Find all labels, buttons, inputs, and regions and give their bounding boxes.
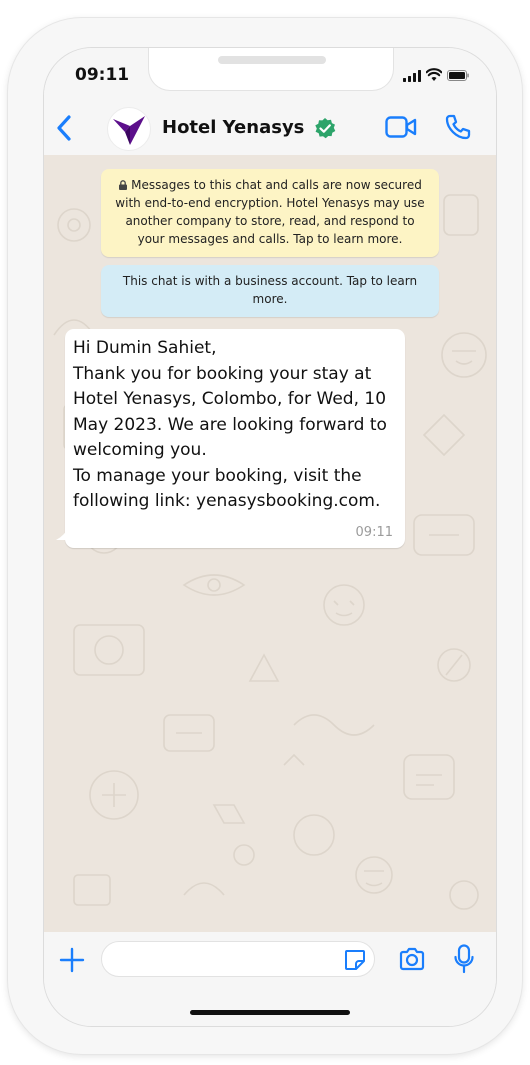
battery-icon: [447, 70, 469, 81]
video-call-icon[interactable]: [385, 116, 417, 138]
encryption-notice-text: Messages to this chat and calls are now …: [115, 178, 425, 246]
lock-icon: [119, 180, 128, 190]
business-account-notice[interactable]: This chat is with a business account. Ta…: [101, 265, 439, 317]
bubble-tail: [56, 526, 70, 540]
message-timestamp: 09:11: [355, 525, 393, 540]
phone-screen: 09:11 Hotel Yenasys Messages to this cha…: [44, 48, 496, 1026]
message-line: To manage your booking, visit the follow…: [73, 465, 381, 512]
camera-icon[interactable]: [398, 947, 426, 971]
wifi-icon: [426, 68, 442, 81]
business-notice-text: This chat is with a business account. Ta…: [122, 274, 418, 306]
sticker-icon[interactable]: [343, 948, 367, 972]
chat-area[interactable]: Messages to this chat and calls are now …: [44, 155, 496, 932]
message-text: Hi Dumin Sahiet, Thank you for booking y…: [73, 336, 399, 515]
microphone-icon[interactable]: [454, 944, 474, 974]
message-bubble[interactable]: Hi Dumin Sahiet, Thank you for booking y…: [56, 329, 405, 548]
chevron-left-icon[interactable]: [54, 112, 74, 144]
verified-badge-icon: [315, 118, 336, 139]
status-bar: 09:11: [44, 48, 496, 100]
status-time: 09:11: [75, 65, 130, 85]
input-bar: [44, 932, 496, 1026]
message-input-field[interactable]: [101, 941, 375, 977]
message-input[interactable]: [114, 948, 338, 972]
phone-icon[interactable]: [444, 113, 472, 141]
contact-name[interactable]: Hotel Yenasys: [162, 117, 304, 138]
hotel-logo-icon: [113, 116, 145, 145]
avatar[interactable]: [107, 107, 151, 151]
notch: [148, 48, 394, 91]
message-line: Hi Dumin Sahiet,: [73, 338, 217, 358]
message-line: Thank you for booking your stay at Hotel…: [73, 363, 387, 461]
speaker-grille: [218, 56, 326, 64]
encryption-notice[interactable]: Messages to this chat and calls are now …: [101, 169, 439, 257]
chat-header: Hotel Yenasys: [44, 100, 496, 156]
signal-icon: [403, 70, 421, 82]
plus-icon[interactable]: [59, 947, 85, 973]
home-indicator[interactable]: [190, 1010, 350, 1015]
